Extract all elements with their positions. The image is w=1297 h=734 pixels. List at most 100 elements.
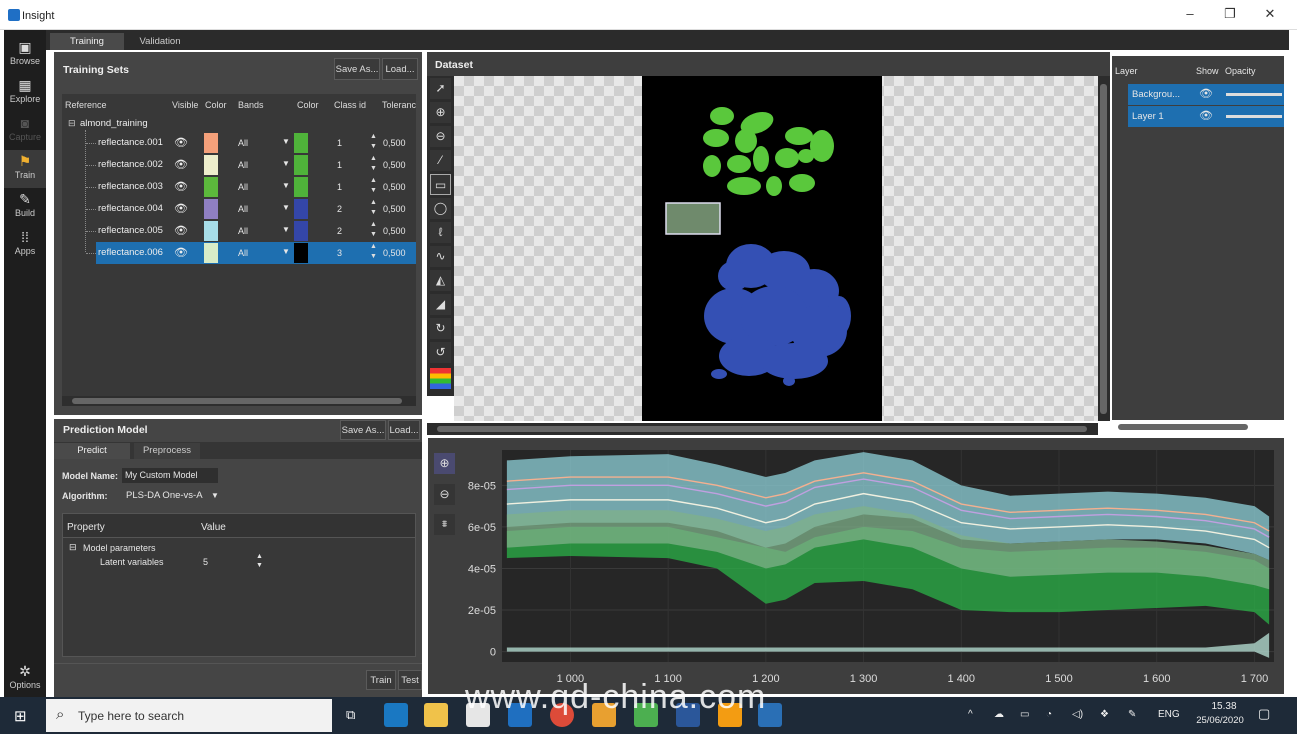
row-bands[interactable]: All — [238, 204, 248, 214]
row-bands[interactable]: All — [238, 226, 248, 236]
windows-start-icon[interactable]: ⊞ — [14, 707, 27, 725]
test-button[interactable]: Test — [398, 670, 422, 690]
vertical-scrollbar[interactable] — [1098, 76, 1110, 421]
zoom-out-icon[interactable]: ⊖ — [430, 126, 451, 147]
rectangle-select-icon[interactable]: ▭ — [430, 174, 451, 195]
row-bands[interactable]: All — [238, 138, 248, 148]
clock-date[interactable]: 25/06/2020 — [1190, 715, 1250, 726]
table-row[interactable]: reflectance.002 👁 All ▼ 1 ▲ ▼ 0,500 — [62, 154, 416, 176]
model-load-button[interactable]: Load... — [388, 420, 420, 440]
row-color-swatch[interactable] — [204, 155, 218, 175]
row-bands[interactable]: All — [238, 182, 248, 192]
dropbox-icon[interactable]: ❖ — [1100, 709, 1109, 720]
file-explorer-icon[interactable] — [424, 703, 448, 727]
latent-variables-value[interactable]: 5 — [203, 557, 208, 567]
model-parameters-group[interactable]: Model parameters — [83, 543, 156, 553]
row-color-swatch[interactable] — [204, 199, 218, 219]
flip-vertical-icon[interactable]: ◢ — [430, 294, 451, 315]
lasso-icon[interactable]: ℓ — [430, 222, 451, 243]
spinner-icon[interactable]: ▲ ▼ — [370, 132, 377, 152]
taskbar-search[interactable]: ⌕ Type here to search — [46, 699, 332, 732]
training-save-as-button[interactable]: Save As... — [334, 58, 380, 80]
chevron-down-icon[interactable]: ▼ — [282, 137, 290, 146]
chevron-down-icon[interactable]: ▼ — [282, 181, 290, 190]
row-tolerance[interactable]: 0,500 — [383, 160, 406, 170]
row-bands[interactable]: All — [238, 160, 248, 170]
eye-icon[interactable]: 👁 — [174, 224, 188, 237]
magic-wand-icon[interactable]: ⁄ — [430, 150, 451, 171]
zoom-in-icon[interactable]: ⊕ — [430, 102, 451, 123]
row-class-color-swatch[interactable] — [294, 221, 308, 241]
spinner-icon[interactable]: ▲ ▼ — [370, 220, 377, 240]
table-row[interactable]: reflectance.003 👁 All ▼ 1 ▲ ▼ 0,500 — [62, 176, 416, 198]
nav-browse[interactable]: ▣ Browse — [4, 36, 46, 74]
row-tolerance[interactable]: 0,500 — [383, 204, 406, 214]
chevron-down-icon[interactable]: ▼ — [282, 159, 290, 168]
tree-collapse-icon[interactable]: ⊟ — [69, 542, 77, 553]
freehand-icon[interactable]: ∿ — [430, 246, 451, 267]
task-view-icon[interactable]: ⧉ — [346, 707, 355, 723]
row-color-swatch[interactable] — [204, 243, 218, 263]
row-tolerance[interactable]: 0,500 — [383, 182, 406, 192]
eye-icon[interactable]: 👁 — [174, 180, 188, 193]
row-class-id[interactable]: 1 — [337, 182, 342, 192]
layer-row-layer1[interactable]: Layer 1 👁 — [1128, 106, 1284, 127]
model-save-as-button[interactable]: Save As... — [340, 420, 386, 440]
row-class-id[interactable]: 2 — [337, 204, 342, 214]
tree-root-label[interactable]: almond_training — [80, 118, 148, 129]
flip-horizontal-icon[interactable]: ◭ — [430, 270, 451, 291]
horizontal-scrollbar[interactable] — [427, 423, 1098, 435]
chevron-up-icon[interactable]: ^ — [968, 709, 973, 720]
eye-icon[interactable]: 👁 — [1199, 87, 1213, 100]
eye-icon[interactable]: 👁 — [174, 158, 188, 171]
row-bands[interactable]: All — [238, 248, 248, 258]
eye-icon[interactable]: 👁 — [1199, 109, 1213, 122]
tab-preprocess[interactable]: Preprocess — [134, 443, 200, 459]
row-tolerance[interactable]: 0,500 — [383, 248, 406, 258]
rotate-left-icon[interactable]: ↺ — [430, 342, 451, 363]
scrollbar-thumb[interactable] — [1118, 424, 1248, 430]
spinner-icon[interactable]: ▲ ▼ — [370, 242, 377, 262]
model-name-input[interactable]: My Custom Model — [122, 468, 218, 483]
onedrive-icon[interactable]: ☁ — [994, 709, 1004, 720]
col-tolerance[interactable]: Toleranc — [382, 100, 416, 110]
pointer-tool-icon[interactable]: ➚ — [430, 78, 451, 99]
spinner-icon[interactable]: ▲ ▼ — [370, 198, 377, 218]
table-row[interactable]: reflectance.001 👁 All ▼ 1 ▲ ▼ 0,500 — [62, 132, 416, 154]
col-visible[interactable]: Visible — [172, 100, 198, 110]
tree-collapse-icon[interactable]: ⊟ — [68, 118, 76, 129]
row-color-swatch[interactable] — [204, 133, 218, 153]
col-class-color[interactable]: Color — [297, 100, 319, 110]
spectrum-chart[interactable]: 02e-054e-056e-058e-051 000 1 100 1 200 1 30… — [458, 440, 1282, 692]
maximize-button[interactable]: ❐ — [1216, 6, 1244, 24]
algorithm-select[interactable]: PLS-DA One-vs-A — [126, 490, 203, 501]
table-row-selected[interactable]: reflectance.006 👁 All ▼ 3 ▲ ▼ 0,500 — [62, 242, 416, 264]
row-class-color-swatch[interactable] — [294, 155, 308, 175]
col-bands[interactable]: Bands — [238, 100, 264, 110]
scrollbar-thumb[interactable] — [1100, 84, 1107, 414]
nav-build[interactable]: ✎ Build — [4, 188, 46, 226]
opacity-slider[interactable] — [1226, 115, 1282, 118]
horizontal-scrollbar[interactable] — [62, 396, 416, 406]
training-load-button[interactable]: Load... — [382, 58, 418, 80]
minimize-button[interactable]: – — [1176, 6, 1204, 24]
table-row[interactable]: reflectance.005 👁 All ▼ 2 ▲ ▼ 0,500 — [62, 220, 416, 242]
row-class-id[interactable]: 2 — [337, 226, 342, 236]
tab-training[interactable]: Training — [50, 33, 124, 50]
row-tolerance[interactable]: 0,500 — [383, 226, 406, 236]
edge-icon[interactable] — [384, 703, 408, 727]
chevron-down-icon[interactable]: ▼ — [282, 203, 290, 212]
spinner-icon[interactable]: ▲ ▼ — [256, 552, 263, 570]
rotate-right-icon[interactable]: ↻ — [430, 318, 451, 339]
color-palette-icon[interactable] — [430, 368, 451, 389]
eye-icon[interactable]: 👁 — [174, 136, 188, 149]
chevron-down-icon[interactable]: ▼ — [282, 247, 290, 256]
eye-icon[interactable]: 👁 — [174, 246, 188, 259]
scrollbar-thumb[interactable] — [72, 398, 402, 404]
nav-explore[interactable]: ▦ Explore — [4, 74, 46, 112]
ellipse-select-icon[interactable]: ◯ — [430, 198, 451, 219]
close-button[interactable]: ✕ — [1256, 6, 1284, 24]
chart-select-spectra-icon[interactable]: ⩩ — [434, 514, 455, 535]
row-class-color-swatch[interactable] — [294, 243, 308, 263]
row-class-id[interactable]: 1 — [337, 138, 342, 148]
